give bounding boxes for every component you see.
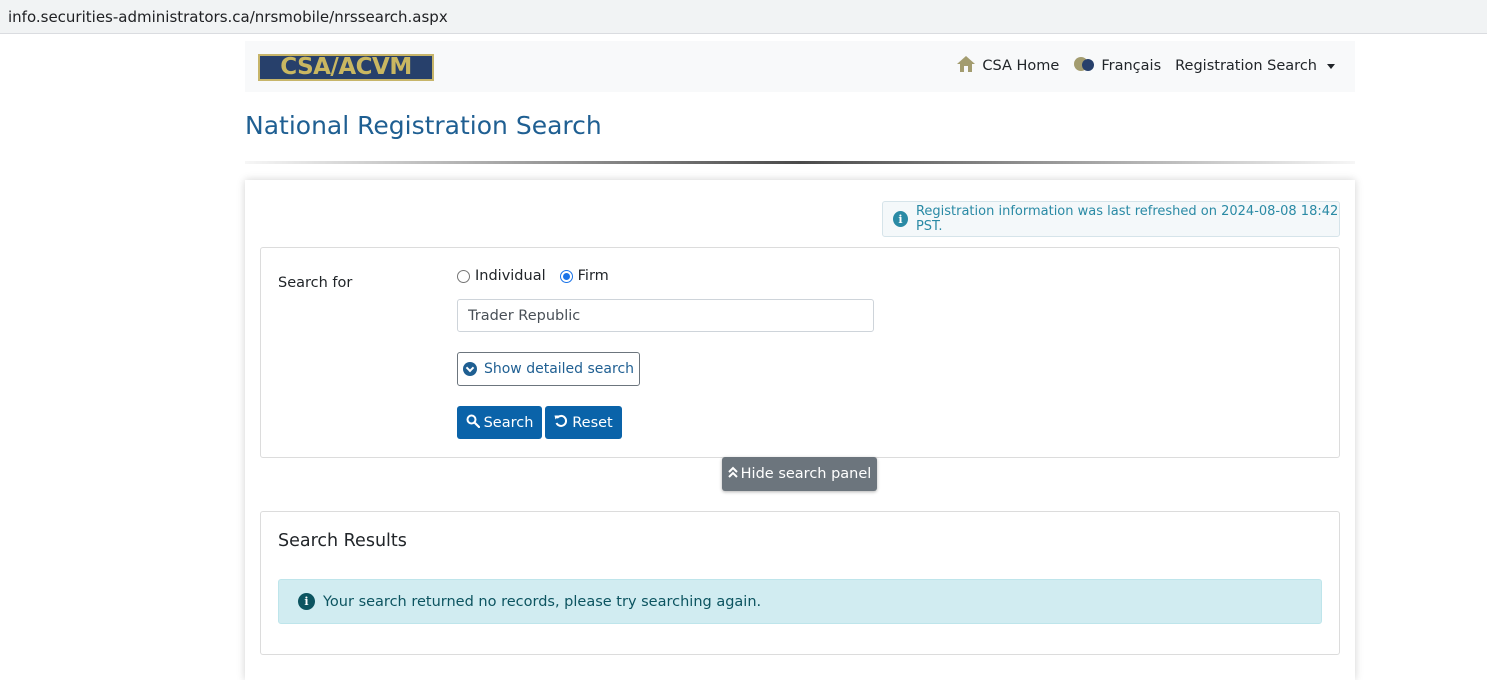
caret-down-icon	[1327, 63, 1335, 69]
search-button[interactable]: Search	[457, 406, 542, 439]
hide-search-panel-label: Hide search panel	[740, 466, 872, 482]
nav-language-label: Français	[1101, 58, 1162, 74]
nav-registration-search-dropdown[interactable]: Registration Search	[1175, 58, 1335, 74]
nav-csa-home-label: CSA Home	[982, 58, 1060, 74]
hide-search-panel-button[interactable]: Hide search panel	[722, 457, 877, 491]
radio-firm[interactable]: Firm	[559, 268, 609, 284]
no-records-alert: i Your search returned no records, pleas…	[278, 579, 1322, 624]
radio-firm-label: Firm	[577, 268, 609, 284]
reset-button-label: Reset	[572, 414, 613, 431]
search-panel: Search for Individual Firm Show detailed…	[260, 247, 1340, 458]
language-icon	[1073, 55, 1095, 77]
browser-address-bar[interactable]: info.securities-administrators.ca/nrsmob…	[0, 0, 1487, 34]
search-name-input[interactable]	[457, 299, 874, 332]
show-detailed-search-button[interactable]: Show detailed search	[457, 352, 640, 386]
radio-individual[interactable]: Individual	[457, 268, 546, 284]
search-results-title: Search Results	[278, 531, 407, 551]
radio-individual-circle[interactable]	[457, 269, 470, 283]
reset-button[interactable]: Reset	[545, 406, 622, 439]
logo-text: CSA/ACVM	[280, 54, 412, 80]
search-icon	[466, 414, 480, 432]
nav-csa-home[interactable]: CSA Home	[956, 55, 1059, 77]
search-for-label: Search for	[278, 275, 353, 291]
refresh-notice-text: Registration information was last refres…	[915, 204, 1339, 234]
nav-registration-search-label: Registration Search	[1175, 58, 1317, 74]
search-type-radios: Individual Firm	[457, 268, 609, 284]
nav-links: CSA Home Français Registration Search	[956, 55, 1335, 77]
radio-firm-circle[interactable]	[559, 269, 573, 283]
info-icon: i	[298, 593, 315, 610]
search-card: i Registration information was last refr…	[245, 180, 1355, 680]
title-divider	[245, 161, 1355, 164]
double-chevron-up-icon	[727, 466, 738, 482]
csa-acvm-logo[interactable]: CSA/ACVM	[258, 54, 434, 81]
top-navbar: CSA/ACVM CSA Home Français Registration …	[245, 41, 1355, 92]
home-icon	[956, 55, 976, 77]
nav-language-toggle[interactable]: Français	[1073, 55, 1161, 77]
refresh-notice: i Registration information was last refr…	[882, 201, 1340, 237]
chevron-down-circle-icon	[462, 362, 477, 376]
search-results-panel: Search Results i Your search returned no…	[260, 511, 1340, 655]
info-icon: i	[893, 211, 908, 227]
undo-icon	[554, 414, 568, 432]
show-detailed-search-label: Show detailed search	[483, 361, 635, 377]
search-button-label: Search	[483, 414, 534, 431]
url-text[interactable]: info.securities-administrators.ca/nrsmob…	[8, 8, 448, 26]
page-title: National Registration Search	[245, 111, 602, 140]
radio-individual-label: Individual	[475, 268, 546, 284]
no-records-message: Your search returned no records, please …	[323, 593, 762, 610]
